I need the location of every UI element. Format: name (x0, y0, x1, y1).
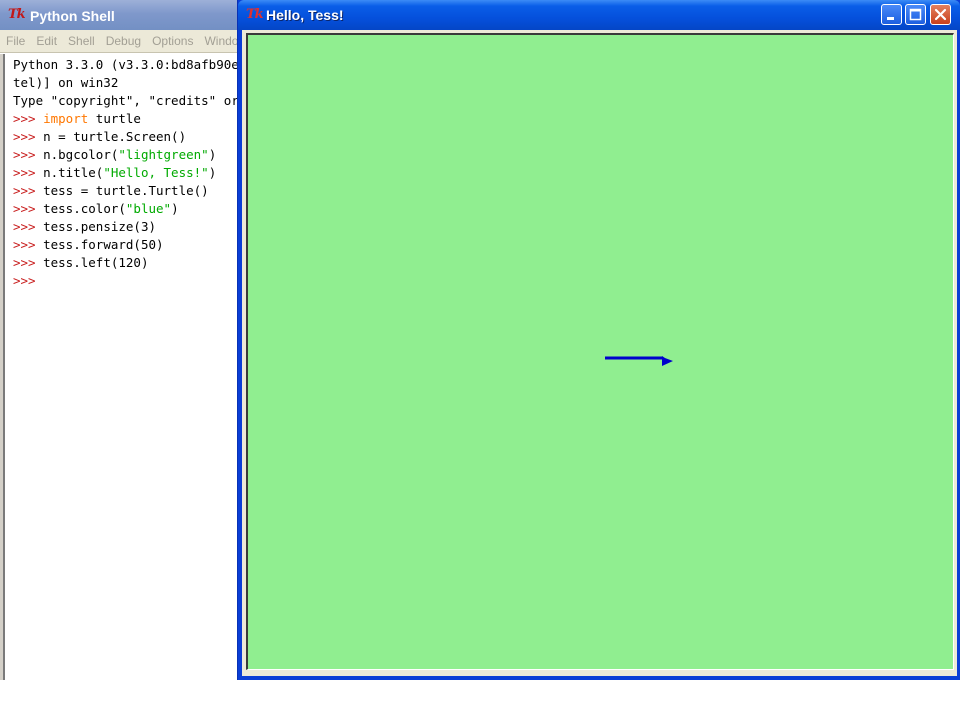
shell-line: >>> tess.forward(50) (13, 236, 250, 254)
shell-code-text: n.bgcolor( (43, 147, 119, 162)
turtle-window[interactable]: Tk Hello, Tess! (237, 0, 960, 680)
turtle-titlebar[interactable]: Tk Hello, Tess! (238, 0, 960, 30)
shell-code-text: Type "copyright", "credits" or "license(… (13, 93, 250, 108)
shell-prompt: >>> (13, 147, 44, 162)
minimize-icon (887, 17, 894, 20)
shell-line: >>> n.bgcolor("lightgreen") (13, 146, 250, 164)
shell-code-text: "Hello, Tess!" (103, 165, 209, 180)
shell-code-text: "blue" (125, 201, 172, 216)
tk-logo-icon: Tk (246, 7, 264, 22)
menu-shell[interactable]: Shell (62, 30, 100, 48)
shell-code-text: "lightgreen" (118, 147, 209, 162)
close-button[interactable] (930, 4, 951, 25)
shell-line: >>> n.title("Hello, Tess!") (13, 164, 250, 182)
menu-debug[interactable]: Debug (100, 30, 146, 48)
shell-code-text: n = turtle.Screen() (43, 129, 187, 144)
shell-prompt: >>> (13, 273, 36, 288)
shell-code-text: tess = turtle.Turtle() (43, 183, 209, 198)
shell-menubar: File Edit Shell Debug Options Windows (0, 30, 252, 53)
shell-code-text: tess.color( (43, 201, 126, 216)
shell-line: tel)] on win32 (13, 74, 250, 92)
shell-line: Python 3.3.0 (v3.3.0:bd8afb90ebf2, Sep 2… (13, 56, 250, 74)
shell-line: >>> tess = turtle.Turtle() (13, 182, 250, 200)
turtle-window-frame (242, 30, 957, 676)
turtle-arrow-icon (662, 356, 673, 366)
shell-prompt: >>> (13, 201, 44, 216)
shell-line: >>> tess.left(120) (13, 254, 250, 272)
shell-code-text: Python 3.3.0 (v3.3.0:bd8afb90ebf2, Sep 2… (13, 57, 250, 72)
turtle-drawing (605, 356, 673, 366)
shell-code-text: turtle (88, 111, 141, 126)
shell-line: >>> (13, 272, 250, 290)
tk-logo-icon: Tk (8, 7, 26, 22)
shell-prompt: >>> (13, 111, 44, 126)
shell-code-text: tess.left(120) (43, 255, 149, 270)
menu-file[interactable]: File (0, 30, 30, 48)
shell-prompt: >>> (13, 165, 44, 180)
shell-prompt: >>> (13, 219, 44, 234)
shell-prompt: >>> (13, 255, 44, 270)
shell-code-text: ) (208, 147, 217, 162)
maximize-icon (909, 8, 922, 21)
shell-prompt: >>> (13, 183, 44, 198)
shell-code-text: n.title( (43, 165, 104, 180)
close-icon (934, 8, 947, 21)
shell-prompt: >>> (13, 129, 44, 144)
shell-code-text: import (43, 111, 89, 126)
python-shell-window[interactable]: Tk Python Shell File Edit Shell Debug Option… (0, 0, 252, 680)
minimize-button[interactable] (881, 4, 902, 25)
shell-prompt: >>> (13, 237, 44, 252)
menu-edit[interactable]: Edit (30, 30, 62, 48)
turtle-window-title: Hello, Tess! (266, 7, 344, 23)
shell-line: >>> tess.color("blue") (13, 200, 250, 218)
shell-code-text: tess.pensize(3) (43, 219, 156, 234)
maximize-button[interactable] (905, 4, 926, 25)
menu-options[interactable]: Options (146, 30, 198, 48)
shell-code-text: ) (171, 201, 179, 216)
shell-output: Python 3.3.0 (v3.3.0:bd8afb90ebf2, Sep 2… (13, 56, 250, 290)
shell-titlebar[interactable]: Tk Python Shell (0, 0, 252, 30)
shell-code-text: tel)] on win32 (13, 75, 119, 90)
shell-code-text: ) (208, 165, 217, 180)
shell-line: >>> import turtle (13, 110, 250, 128)
shell-text-area[interactable]: Python 3.3.0 (v3.3.0:bd8afb90ebf2, Sep 2… (3, 54, 250, 680)
shell-line: >>> tess.pensize(3) (13, 218, 250, 236)
shell-window-title: Python Shell (30, 8, 115, 24)
shell-line: Type "copyright", "credits" or "license(… (13, 92, 250, 110)
shell-code-text: tess.forward(50) (43, 237, 164, 252)
turtle-canvas[interactable] (246, 33, 954, 670)
shell-line: >>> n = turtle.Screen() (13, 128, 250, 146)
